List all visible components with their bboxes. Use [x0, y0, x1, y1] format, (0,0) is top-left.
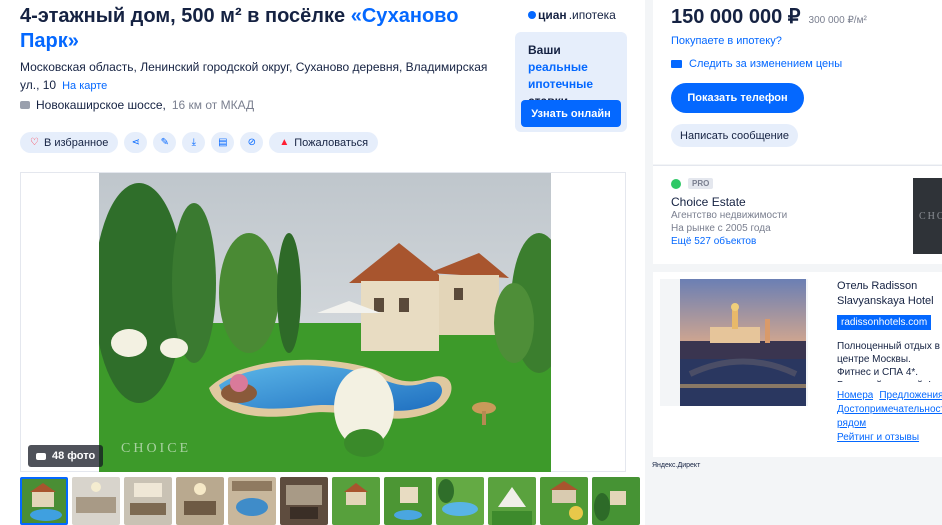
verified-shield-icon	[671, 179, 681, 189]
follow-price-label: Следить за изменением цены	[689, 58, 843, 70]
action-bar: ♡ В избранное ⋖ ✎ ⤓ ▤ ⊘ ▲ Пожаловаться	[20, 132, 379, 153]
agent-name[interactable]: Choice Estate	[671, 195, 746, 209]
pencil-icon: ✎	[160, 137, 170, 148]
printer-icon: ▤	[218, 137, 228, 148]
warning-icon: ▲	[279, 137, 290, 148]
title-text: 4-этажный дом, 500 м² в посёлке	[20, 5, 351, 27]
agent-since: На рынке с 2005 года	[671, 223, 771, 234]
agent-type: Агентство недвижимости	[671, 210, 788, 221]
listing-panel: 4-этажный дом, 500 м² в посёлке «Суханов…	[0, 0, 645, 525]
photo-count-badge[interactable]: 48 фото	[28, 445, 104, 467]
yandex-ad: Отель Radisson Slavyanskaya Hotel radiss…	[653, 272, 942, 457]
thumb-image	[72, 477, 120, 525]
address: Московская область, Ленинский городской …	[20, 58, 500, 95]
eye-off-icon: ⊘	[247, 137, 257, 148]
ad-text-highlight: реальные ипотечные	[528, 60, 594, 91]
favorite-label: В избранное	[43, 136, 109, 149]
hide-button[interactable]: ⊘	[240, 132, 264, 153]
report-button[interactable]: ▲ Пожаловаться	[269, 132, 379, 153]
thumbnail[interactable]	[176, 477, 224, 525]
thumb-image	[124, 477, 172, 525]
price-per-m2: 300 000 ₽/м²	[808, 15, 867, 26]
hotel-domain[interactable]: radissonhotels.com	[837, 315, 932, 330]
follow-price-link[interactable]: Следить за изменением цены	[671, 58, 842, 70]
write-message-button[interactable]: Написать сообщение	[671, 124, 798, 147]
thumbnail[interactable]	[488, 477, 536, 525]
sitelink-offers[interactable]: Предложения	[879, 389, 942, 403]
highway-name: Новокаширское шоссе,	[36, 98, 166, 112]
camera-icon	[36, 452, 46, 460]
price-panel: 150 000 000 ₽ 300 000 ₽/м² Покупаете в и…	[653, 0, 942, 164]
favorite-button[interactable]: ♡ В избранное	[20, 132, 119, 153]
hotel-name-link[interactable]: Отель Radisson Slavyanskaya Hotel	[837, 279, 942, 309]
thumb-image	[488, 477, 536, 525]
show-phone-button[interactable]: Показать телефон	[671, 83, 804, 113]
download-button[interactable]: ⤓	[182, 132, 206, 153]
thumb-image	[176, 477, 224, 525]
cian-sub: .ипотека	[568, 8, 616, 22]
highway-info: Новокаширское шоссе, 16 км от МКАД	[20, 98, 254, 112]
sitelink-rating[interactable]: Рейтинг и отзывы	[837, 431, 942, 445]
hotel-photo-frame	[680, 279, 806, 406]
edit-button[interactable]: ✎	[153, 132, 177, 153]
share-icon: ⋖	[131, 137, 141, 148]
photo-count-label: 48 фото	[52, 450, 96, 462]
sitelink-sights[interactable]: Достопримечательности рядом	[837, 403, 942, 431]
map-link[interactable]: На карте	[62, 80, 107, 92]
house-photo	[99, 173, 551, 472]
sitelink-rooms[interactable]: Номера	[837, 389, 873, 403]
thumbnail[interactable]	[592, 477, 640, 525]
mortgage-link[interactable]: Покупаете в ипотеку?	[671, 35, 782, 47]
agent-card: PRO Choice Estate Агентство недвижимости…	[653, 165, 942, 264]
thumb-image	[332, 477, 380, 525]
thumbnail[interactable]	[124, 477, 172, 525]
print-button[interactable]: ▤	[211, 132, 235, 153]
thumbnail[interactable]	[540, 477, 588, 525]
cian-brand: циан	[538, 8, 567, 22]
ad-text-part1: Ваши	[528, 43, 561, 57]
mail-icon	[671, 60, 682, 68]
yandex-direct-label[interactable]: Яндекс.Директ	[652, 462, 700, 469]
learn-online-button[interactable]: Узнать онлайн	[521, 100, 621, 127]
main-photo[interactable]	[99, 173, 551, 472]
thumb-image	[280, 477, 328, 525]
thumbnail[interactable]	[228, 477, 276, 525]
cian-icon	[528, 11, 536, 19]
thumb-image	[384, 477, 432, 525]
thumbnail[interactable]	[436, 477, 484, 525]
cian-mortgage-logo[interactable]: циан .ипотека	[528, 8, 616, 22]
sitelinks-row: Номера Предложения	[837, 389, 942, 403]
car-icon	[20, 101, 30, 109]
price: 150 000 000 ₽ 300 000 ₽/м²	[671, 4, 867, 29]
thumb-image	[436, 477, 484, 525]
agent-logo[interactable]: CHOICE	[913, 178, 942, 254]
kremlin-photo	[680, 279, 806, 406]
thumbnail[interactable]	[20, 477, 68, 525]
page-title: 4-этажный дом, 500 м² в посёлке «Суханов…	[20, 4, 500, 54]
mortgage-ad-card: Ваши реальные ипотечные ставки Узнать он…	[515, 32, 627, 132]
pro-badge: PRO	[688, 178, 714, 189]
thumbnail[interactable]	[280, 477, 328, 525]
hotel-sitelinks: Номера Предложения Достопримечательности…	[837, 389, 942, 445]
hotel-description: Полноценный отдых в центре Москвы. Фитне…	[837, 341, 940, 382]
price-value: 150 000 000 ₽	[671, 6, 801, 28]
thumbnail[interactable]	[72, 477, 120, 525]
share-button[interactable]: ⋖	[124, 132, 148, 153]
thumb-image	[228, 477, 276, 525]
thumb-image	[540, 477, 588, 525]
agent-more-objects-link[interactable]: Ещё 527 объектов	[671, 236, 756, 247]
download-icon: ⤓	[191, 137, 197, 148]
thumbnail[interactable]	[332, 477, 380, 525]
photo-gallery[interactable]: CHOICE 48 фото	[20, 172, 626, 472]
mkad-distance: 16 км от МКАД	[171, 98, 255, 112]
photo-watermark: CHOICE	[121, 441, 192, 456]
thumbnail[interactable]	[384, 477, 432, 525]
thumb-image	[22, 479, 66, 523]
report-label: Пожаловаться	[294, 136, 369, 149]
hotel-image[interactable]	[660, 279, 808, 406]
thumb-image	[592, 477, 640, 525]
thumbnail-strip	[20, 477, 640, 525]
heart-icon: ♡	[30, 137, 39, 148]
